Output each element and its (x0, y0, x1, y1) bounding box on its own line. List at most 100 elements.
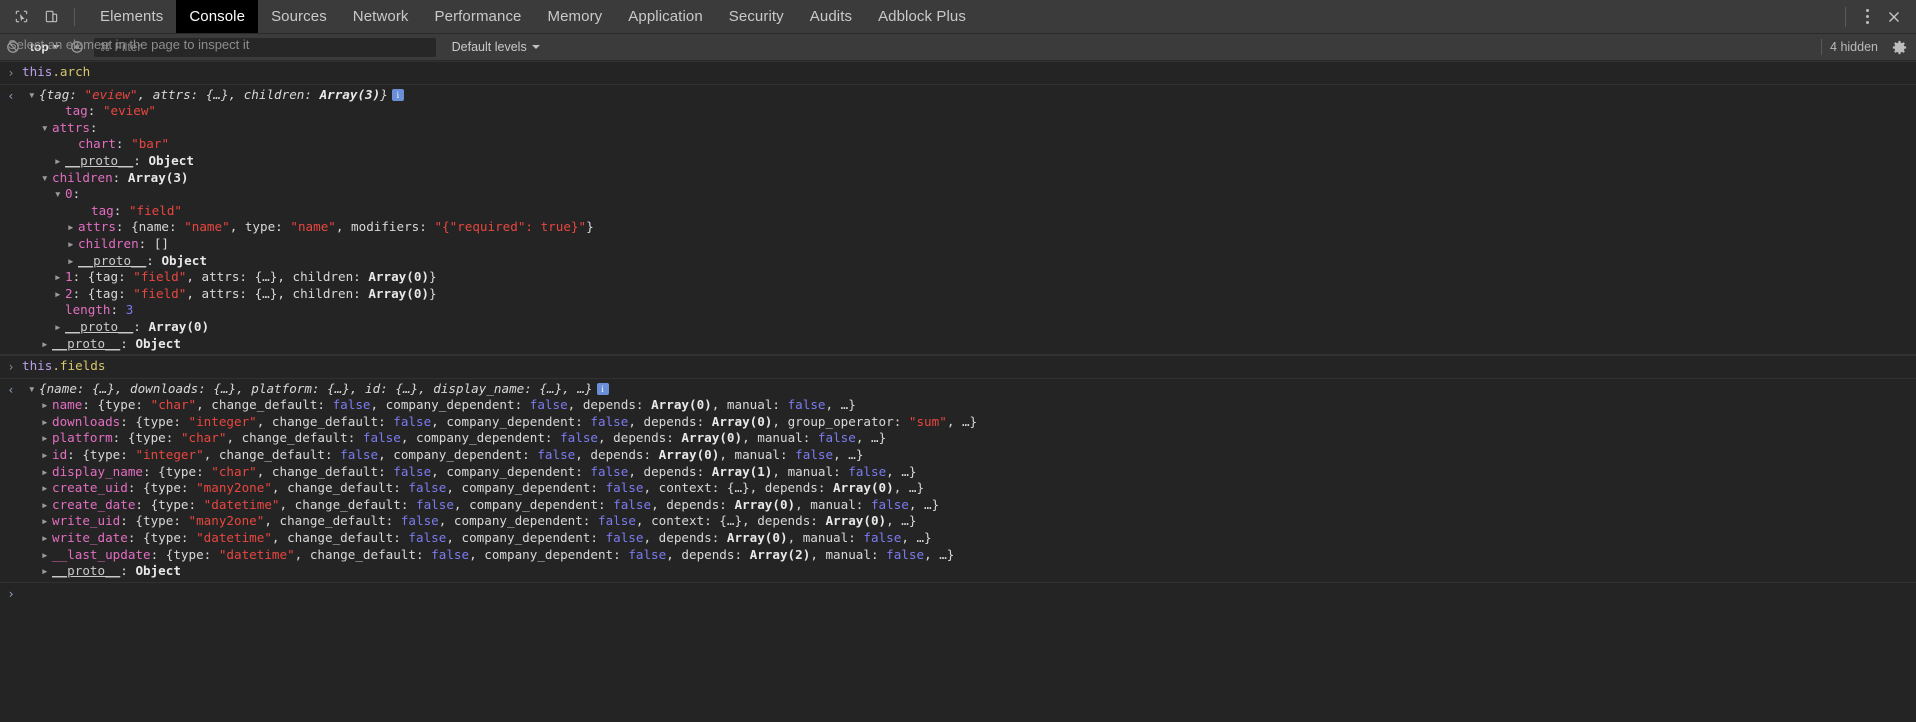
console-result-row[interactable]: ‹{tag: "eview", attrs: {…}, children: Ar… (0, 85, 1916, 356)
console-result-row[interactable]: ‹{name: {…}, downloads: {…}, platform: {… (0, 379, 1916, 583)
console-object-line[interactable]: create_uid: {type: "many2one", change_de… (22, 480, 1916, 497)
console-object-line[interactable]: tag: "field" (22, 203, 1916, 220)
tabbar-right-controls (1837, 0, 1916, 33)
filter-placeholder: Filter (115, 40, 142, 54)
console-object-line[interactable]: 2: {tag: "field", attrs: {…}, children: … (22, 286, 1916, 303)
console-prompt-row[interactable]: › (0, 583, 1916, 606)
console-object-line[interactable]: write_uid: {type: "many2one", change_def… (22, 513, 1916, 530)
console-command-row[interactable]: ›this.arch (0, 61, 1916, 85)
disclosure-triangle-icon[interactable] (41, 497, 52, 514)
execution-context-selector[interactable]: top (26, 40, 64, 54)
disclosure-triangle-icon[interactable] (41, 547, 52, 564)
execution-context-value: top (30, 40, 49, 54)
console-prompt-input[interactable] (22, 586, 1916, 601)
disclosure-triangle-icon[interactable] (54, 286, 65, 303)
console-object-line[interactable]: __proto__: Object (22, 153, 1916, 170)
filter-input[interactable]: ⌘ Filter (94, 38, 436, 57)
disclosure-triangle-icon[interactable] (41, 464, 52, 481)
console-object-line[interactable]: __proto__: Object (22, 253, 1916, 270)
console-object-line[interactable]: __last_update: {type: "datetime", change… (22, 547, 1916, 564)
console-object-line[interactable]: id: {type: "integer", change_default: fa… (22, 447, 1916, 464)
console-command-text: this.arch (22, 64, 1916, 81)
console-object-line[interactable]: children: Array(3) (22, 170, 1916, 187)
cursor-inspect-icon[interactable] (8, 4, 34, 30)
disclosure-triangle-icon[interactable] (67, 219, 78, 236)
console-object-line[interactable]: chart: "bar" (22, 136, 1916, 153)
kebab-menu-icon[interactable] (1854, 4, 1880, 30)
console-object-line[interactable]: create_date: {type: "datetime", change_d… (22, 497, 1916, 514)
result-gutter-icon: ‹ (0, 381, 22, 399)
console-object-line[interactable]: write_date: {type: "datetime", change_de… (22, 530, 1916, 547)
disclosure-triangle-icon[interactable] (67, 236, 78, 253)
tabbar-divider (74, 8, 75, 26)
disclosure-triangle-icon[interactable] (41, 430, 52, 447)
tab-adblock-plus[interactable]: Adblock Plus (865, 0, 979, 33)
console-object-line[interactable]: name: {type: "char", change_default: fal… (22, 397, 1916, 414)
chevron-down-icon (52, 45, 60, 49)
hidden-messages-count[interactable]: 4 hidden (1830, 40, 1878, 54)
tabbar-tool-icons (0, 0, 87, 33)
console-object-line[interactable]: display_name: {type: "char", change_defa… (22, 464, 1916, 481)
panel-tabs: Elements Console Sources Network Perform… (87, 0, 979, 33)
log-levels-label: Default levels (452, 40, 527, 54)
console-object-line[interactable]: platform: {type: "char", change_default:… (22, 430, 1916, 447)
log-levels-dropdown[interactable]: Default levels (452, 40, 540, 54)
tab-application[interactable]: Application (615, 0, 715, 33)
disclosure-triangle-icon[interactable] (28, 381, 39, 398)
info-badge-icon[interactable]: i (392, 89, 404, 101)
disclosure-triangle-icon[interactable] (54, 153, 65, 170)
device-toolbar-icon[interactable] (38, 4, 64, 30)
disclosure-triangle-icon[interactable] (41, 563, 52, 580)
tabbar-right-divider (1845, 7, 1846, 27)
clear-console-icon[interactable] (2, 36, 24, 58)
disclosure-triangle-icon[interactable] (54, 186, 65, 203)
disclosure-triangle-icon[interactable] (41, 414, 52, 431)
console-object-line[interactable]: attrs: (22, 120, 1916, 137)
tab-sources[interactable]: Sources (258, 0, 340, 33)
tab-audits[interactable]: Audits (797, 0, 865, 33)
console-command-row[interactable]: ›this.fields (0, 355, 1916, 379)
tab-performance[interactable]: Performance (422, 0, 535, 33)
close-icon[interactable] (1880, 4, 1908, 30)
disclosure-triangle-icon[interactable] (41, 530, 52, 547)
command-gutter-icon: › (0, 358, 22, 376)
command-gutter-icon: › (0, 64, 22, 82)
disclosure-triangle-icon[interactable] (41, 513, 52, 530)
disclosure-triangle-icon[interactable] (41, 480, 52, 497)
tab-console[interactable]: Console (176, 0, 258, 33)
console-output[interactable]: ›this.arch‹{tag: "eview", attrs: {…}, ch… (0, 61, 1916, 722)
toolbar-divider (1821, 39, 1822, 55)
result-gutter-icon: ‹ (0, 87, 22, 105)
disclosure-triangle-icon[interactable] (41, 336, 52, 353)
disclosure-triangle-icon[interactable] (28, 87, 39, 104)
tab-network[interactable]: Network (340, 0, 422, 33)
console-object-line[interactable]: __proto__: Object (22, 336, 1916, 353)
console-object-line[interactable]: __proto__: Array(0) (22, 319, 1916, 336)
disclosure-triangle-icon[interactable] (54, 319, 65, 336)
console-object-line[interactable]: children: [] (22, 236, 1916, 253)
tab-elements[interactable]: Elements (87, 0, 176, 33)
live-expression-icon[interactable] (66, 36, 88, 58)
console-command-text: this.fields (22, 358, 1916, 375)
console-object-line[interactable]: attrs: {name: "name", type: "name", modi… (22, 219, 1916, 236)
disclosure-triangle-icon[interactable] (41, 170, 52, 187)
disclosure-triangle-icon[interactable] (54, 269, 65, 286)
tab-security[interactable]: Security (716, 0, 797, 33)
disclosure-triangle-icon[interactable] (41, 120, 52, 137)
console-object-line[interactable]: tag: "eview" (22, 103, 1916, 120)
console-object-line[interactable]: 1: {tag: "field", attrs: {…}, children: … (22, 269, 1916, 286)
disclosure-triangle-icon[interactable] (41, 397, 52, 414)
devtools-window: Elements Console Sources Network Perform… (0, 0, 1916, 722)
console-object-line[interactable]: 0: (22, 186, 1916, 203)
console-object-line[interactable]: {tag: "eview", attrs: {…}, children: Arr… (22, 87, 1916, 104)
console-object-line[interactable]: {name: {…}, downloads: {…}, platform: {…… (22, 381, 1916, 398)
devtools-tabbar: Elements Console Sources Network Perform… (0, 0, 1916, 34)
disclosure-triangle-icon[interactable] (67, 253, 78, 270)
console-object-line[interactable]: __proto__: Object (22, 563, 1916, 580)
tab-memory[interactable]: Memory (535, 0, 616, 33)
console-object-line[interactable]: downloads: {type: "integer", change_defa… (22, 414, 1916, 431)
disclosure-triangle-icon[interactable] (41, 447, 52, 464)
gear-icon[interactable] (1888, 36, 1910, 58)
info-badge-icon[interactable]: i (597, 383, 609, 395)
console-object-line[interactable]: length: 3 (22, 302, 1916, 319)
